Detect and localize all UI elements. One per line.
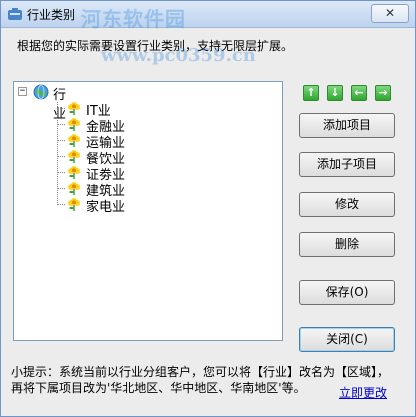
- close-window-button[interactable]: ✕: [371, 4, 409, 23]
- close-button[interactable]: 关闭(C): [299, 327, 395, 352]
- move-left-icon[interactable]: ←: [351, 85, 367, 101]
- move-up-icon[interactable]: ↑: [303, 85, 319, 101]
- tree-branch-line: [57, 124, 65, 125]
- close-icon: ✕: [384, 6, 396, 20]
- flower-icon: [68, 118, 80, 131]
- tree-branch-line: [57, 172, 65, 173]
- tree-item-label: 家电业: [86, 200, 126, 215]
- tree-branch-line: [57, 204, 65, 205]
- category-window: 行业类别 河东软件园 ✕ 根据您的实际需要设置行业类别，支持无限层扩展。 www…: [0, 0, 416, 417]
- tree-root-label: 行业: [53, 88, 67, 122]
- flower-icon: [68, 198, 80, 211]
- move-right-icon[interactable]: →: [375, 85, 391, 101]
- change-now-link[interactable]: 立即更改: [339, 384, 387, 401]
- app-icon: [8, 8, 22, 20]
- collapse-icon[interactable]: −: [18, 87, 27, 96]
- move-down-icon[interactable]: ↓: [327, 85, 343, 101]
- title-bar[interactable]: 行业类别 河东软件园 ✕: [1, 1, 415, 31]
- watermark-text: 河东软件园: [81, 7, 186, 31]
- tree-branch-line: [57, 108, 65, 109]
- save-button[interactable]: 保存(O): [299, 280, 395, 305]
- add-item-button[interactable]: 添加项目: [299, 113, 395, 138]
- window-title: 行业类别: [27, 8, 76, 22]
- flower-icon: [68, 102, 80, 115]
- tip-line-1: 小提示：系统当前以行业分组客户，您可以将【行业】改名为【区域】，: [11, 365, 390, 379]
- tree-branch-line: [57, 188, 65, 189]
- tree-branch-line: [57, 156, 65, 157]
- flower-icon: [68, 166, 80, 179]
- category-tree[interactable]: − 行业 IT业 金融业 运输业 餐饮业 证劵业 建筑业 家电业: [13, 81, 283, 341]
- flower-icon: [68, 182, 80, 195]
- watermark-url: www.pc0359.cn: [101, 45, 256, 66]
- flower-icon: [68, 134, 80, 147]
- globe-icon: [33, 84, 49, 100]
- delete-button[interactable]: 删除: [299, 232, 395, 257]
- add-child-button[interactable]: 添加子项目: [299, 152, 395, 177]
- tree-branch-line: [57, 140, 65, 141]
- flower-icon: [68, 150, 80, 163]
- edit-button[interactable]: 修改: [299, 192, 395, 217]
